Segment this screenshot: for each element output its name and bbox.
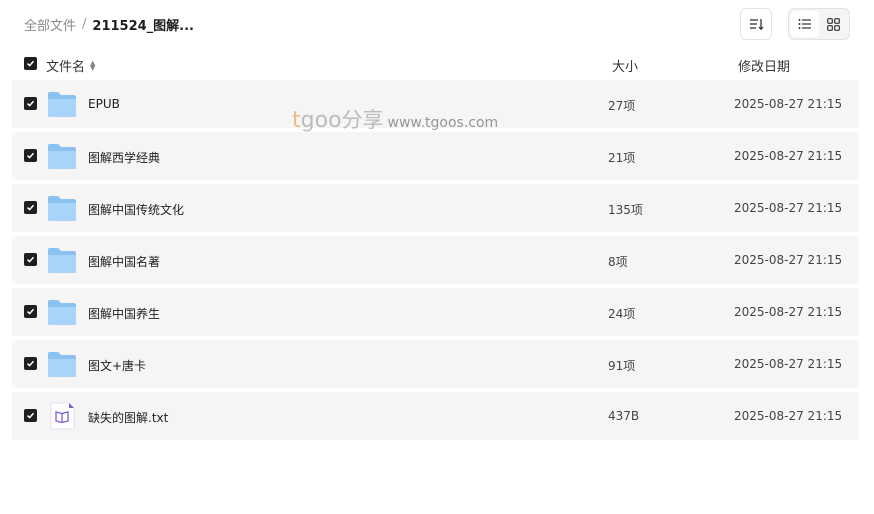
check-icon xyxy=(26,100,35,107)
row-checkbox[interactable] xyxy=(24,253,37,266)
check-icon xyxy=(26,256,35,263)
file-list: EPUB 27项 2025-08-27 21:15 图解西学经典 21项 202… xyxy=(12,80,859,444)
grid-view-icon xyxy=(826,17,840,31)
file-name[interactable]: 图解中国养生 xyxy=(88,305,160,322)
file-name[interactable]: 图文+唐卡 xyxy=(88,357,146,374)
file-name[interactable]: 图解中国传统文化 xyxy=(88,201,184,218)
column-header-name-label: 文件名 xyxy=(46,60,86,75)
file-row[interactable]: 图解中国养生 24项 2025-08-27 21:15 xyxy=(12,288,859,336)
file-size: 135项 xyxy=(608,203,643,217)
file-name[interactable]: 图解西学经典 xyxy=(88,149,160,166)
sort-icon xyxy=(750,19,764,31)
row-checkbox[interactable] xyxy=(24,305,37,318)
file-date: 2025-08-27 21:15 xyxy=(734,253,843,267)
file-size: 91项 xyxy=(608,359,636,373)
file-size: 8项 xyxy=(608,255,628,269)
sort-arrows-icon: ▲ ▼ xyxy=(90,58,96,72)
file-row[interactable]: 缺失的图解.txt 437B 2025-08-27 21:15 xyxy=(12,392,859,440)
watermark-brand-goo: goo xyxy=(300,108,342,133)
check-icon xyxy=(26,152,35,159)
list-view-icon xyxy=(798,19,811,29)
watermark-url: www.tgoos.com xyxy=(387,115,499,131)
column-header-name[interactable]: 文件名 ▲ ▼ xyxy=(46,56,95,75)
folder-icon xyxy=(48,248,76,273)
folder-icon xyxy=(48,300,76,325)
watermark-brand-cn: 分享 xyxy=(341,108,384,132)
check-icon xyxy=(26,60,35,67)
row-checkbox[interactable] xyxy=(24,97,37,110)
check-icon xyxy=(26,308,35,315)
file-size: 437B xyxy=(608,409,640,423)
row-checkbox[interactable] xyxy=(24,149,37,162)
view-toggle xyxy=(788,8,850,40)
file-size: 27项 xyxy=(608,99,636,113)
folder-icon xyxy=(48,352,76,377)
file-date: 2025-08-27 21:15 xyxy=(734,201,843,215)
top-bar: 全部文件 / 211524_图解... xyxy=(0,0,874,48)
table-header: 文件名 ▲ ▼ 大小 修改日期 xyxy=(12,52,859,76)
file-date: 2025-08-27 21:15 xyxy=(734,357,843,371)
file-date: 2025-08-27 21:15 xyxy=(734,305,843,319)
file-name[interactable]: EPUB xyxy=(88,97,120,111)
breadcrumb: 全部文件 / 211524_图解... xyxy=(24,15,194,34)
list-view-button[interactable] xyxy=(791,11,819,37)
watermark: t goo 分享 www.tgoos.com xyxy=(292,104,498,134)
file-size: 24项 xyxy=(608,307,636,321)
check-icon xyxy=(26,360,35,367)
row-checkbox[interactable] xyxy=(24,357,37,370)
sort-button[interactable] xyxy=(740,8,772,40)
file-row[interactable]: 图解中国名著 8项 2025-08-27 21:15 xyxy=(12,236,859,284)
check-icon xyxy=(26,204,35,211)
folder-icon xyxy=(48,196,76,221)
grid-view-button[interactable] xyxy=(819,11,847,37)
file-row[interactable]: 图解中国传统文化 135项 2025-08-27 21:15 xyxy=(12,184,859,232)
column-header-size[interactable]: 大小 xyxy=(612,56,638,75)
file-date: 2025-08-27 21:15 xyxy=(734,97,843,111)
file-date: 2025-08-27 21:15 xyxy=(734,409,843,423)
breadcrumb-separator: / xyxy=(82,17,87,32)
folder-icon xyxy=(48,144,76,169)
select-all-checkbox[interactable] xyxy=(24,57,37,70)
column-header-date[interactable]: 修改日期 xyxy=(738,56,790,75)
check-icon xyxy=(26,412,35,419)
file-row[interactable]: 图文+唐卡 91项 2025-08-27 21:15 xyxy=(12,340,859,388)
watermark-brand-t: t xyxy=(292,108,301,133)
breadcrumb-root-link[interactable]: 全部文件 xyxy=(24,15,76,34)
row-checkbox[interactable] xyxy=(24,409,37,422)
file-size: 21项 xyxy=(608,151,636,165)
file-row[interactable]: 图解西学经典 21项 2025-08-27 21:15 xyxy=(12,132,859,180)
file-name[interactable]: 图解中国名著 xyxy=(88,253,160,270)
breadcrumb-current: 211524_图解... xyxy=(92,19,194,34)
file-date: 2025-08-27 21:15 xyxy=(734,149,843,163)
file-name[interactable]: 缺失的图解.txt xyxy=(88,409,168,426)
folder-icon xyxy=(48,92,76,117)
row-checkbox[interactable] xyxy=(24,201,37,214)
txt-file-icon xyxy=(50,402,75,430)
